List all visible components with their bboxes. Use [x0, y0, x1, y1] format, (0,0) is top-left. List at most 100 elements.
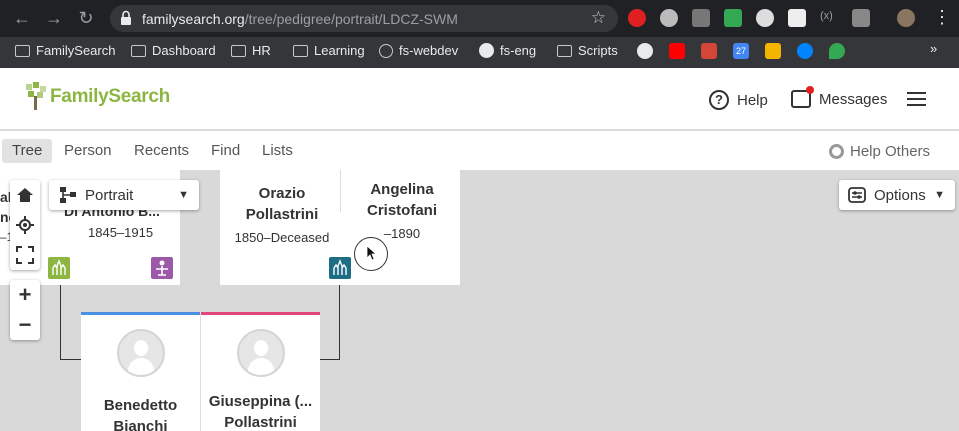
connector-line: [60, 359, 81, 360]
connector-line: [339, 285, 340, 360]
tree-nav: Tree Person Recents Find Lists Help Othe…: [0, 131, 959, 170]
person-name: Bianchi: [113, 418, 168, 431]
bookmarks-overflow[interactable]: »: [930, 41, 937, 56]
connector-line: [320, 359, 340, 360]
folder-icon: [231, 44, 246, 57]
bookmark-scripts[interactable]: Scripts: [557, 43, 618, 58]
extension-add-icon[interactable]: [724, 9, 742, 27]
home-icon[interactable]: [10, 180, 40, 210]
extension-record-icon[interactable]: [660, 9, 678, 27]
person-name: Orazio: [258, 185, 306, 202]
help-button[interactable]: ? Help: [709, 90, 768, 110]
person-name: Pollastrini: [224, 414, 297, 431]
logo-text: FamilySearch: [50, 86, 170, 107]
bookmark-dashboard[interactable]: Dashboard: [131, 43, 216, 58]
settings-sliders-icon: [848, 187, 866, 203]
tree-logo-icon: [26, 82, 46, 110]
mouse-pointer-icon: [366, 245, 378, 261]
bookmark-fs-eng[interactable]: fs-eng: [479, 43, 536, 58]
extension-camera-icon[interactable]: [788, 9, 806, 27]
tab-lists[interactable]: Lists: [252, 139, 303, 163]
zoom-controls: + −: [10, 280, 40, 340]
github-icon: [479, 43, 494, 58]
options-dropdown[interactable]: Options ▼: [839, 180, 955, 210]
maps-bookmark-icon[interactable]: [829, 43, 845, 59]
browser-menu-icon[interactable]: ⋮: [933, 6, 951, 28]
person-name: Benedetto: [103, 397, 178, 414]
github-bookmark-icon[interactable]: [637, 43, 653, 59]
person-name: Angelina: [370, 181, 434, 198]
help-icon: ?: [709, 90, 729, 110]
folder-icon: [131, 44, 146, 57]
folder-icon: [293, 44, 308, 57]
bookmark-learning[interactable]: Learning: [293, 43, 365, 58]
profile-avatar[interactable]: [897, 9, 915, 27]
browser-toolbar: ← → ↻ familysearch.org/tree/pedigree/por…: [0, 0, 959, 37]
tab-tree[interactable]: Tree: [2, 139, 53, 163]
caret-down-icon: ▼: [934, 189, 945, 201]
chat-icon: [791, 86, 814, 108]
zoom-in-icon[interactable]: +: [10, 280, 40, 310]
tab-person[interactable]: Person: [54, 139, 122, 163]
person-card-giuseppina[interactable]: Giuseppina (... Pollastrini: [201, 315, 320, 431]
pedigree-canvas[interactable]: ale ne –1 Di Antonio B... 1845–1915 Oraz…: [0, 170, 959, 431]
extension-screen-icon[interactable]: [692, 9, 710, 27]
calendar-bookmark-icon[interactable]: 27: [733, 43, 749, 59]
person-card-orazio[interactable]: Orazio Pollastrini 1850–Deceased: [220, 183, 344, 245]
person-name: Giuseppina (...: [208, 393, 313, 410]
map-nav-controls: [10, 180, 40, 270]
messages-button[interactable]: Messages: [791, 86, 888, 108]
lifebuoy-icon: [829, 144, 844, 159]
help-others-link[interactable]: Help Others: [829, 143, 930, 160]
tab-find[interactable]: Find: [201, 139, 250, 163]
temple-icon[interactable]: [48, 257, 70, 279]
memories-icon[interactable]: [151, 257, 173, 279]
reload-icon[interactable]: ↻: [76, 8, 96, 28]
familysearch-logo[interactable]: FamilySearch: [24, 82, 170, 112]
temple-icon[interactable]: [329, 257, 351, 279]
url-text: familysearch.org/tree/pedigree/portrait/…: [142, 11, 458, 27]
person-card-benedetto[interactable]: Benedetto Bianchi: [81, 315, 200, 431]
forward-icon[interactable]: →: [44, 8, 64, 28]
messages-label: Messages: [819, 90, 888, 108]
person-dates: 1845–1915: [88, 225, 154, 240]
site-header: FamilySearch ? Help Messages: [0, 68, 959, 130]
locate-icon[interactable]: [10, 210, 40, 240]
view-type-dropdown[interactable]: Portrait ▼: [49, 180, 199, 210]
bookmark-familysearch[interactable]: FamilySearch: [15, 43, 115, 58]
keep-bookmark-icon[interactable]: [765, 43, 781, 59]
bookmark-star-icon[interactable]: ☆: [591, 8, 606, 28]
bookmark-hr[interactable]: HR: [231, 43, 271, 58]
view-type-label: Portrait: [85, 186, 134, 204]
lock-icon: [121, 10, 131, 25]
caret-down-icon: ▼: [178, 189, 189, 201]
address-bar[interactable]: familysearch.org/tree/pedigree/portrait/…: [110, 5, 618, 32]
bookmark-fs-webdev[interactable]: fs-webdev: [379, 43, 458, 58]
folder-icon: [557, 44, 572, 57]
extension-copy-icon[interactable]: [852, 9, 870, 27]
youtube-bookmark-icon[interactable]: [669, 43, 685, 59]
zoom-out-icon[interactable]: −: [10, 310, 40, 340]
person-name: Cristofani: [366, 202, 437, 219]
couple-card-orazio-angelina: Orazio Pollastrini 1850–Deceased Angelin…: [220, 170, 460, 285]
person-dates: 1850–Deceased: [234, 230, 330, 245]
male-avatar-icon: [116, 329, 165, 377]
extension-grid-icon[interactable]: [756, 9, 774, 27]
gmail-bookmark-icon[interactable]: [701, 43, 717, 59]
tab-recents[interactable]: Recents: [124, 139, 199, 163]
connector-line: [60, 285, 61, 360]
bookmarks-bar: FamilySearch Dashboard HR Learning fs-we…: [0, 37, 959, 68]
female-avatar-icon: [236, 329, 285, 377]
cursor-indicator: [354, 237, 388, 271]
person-card-angelina[interactable]: Angelina Cristofani –1890: [344, 179, 460, 241]
notification-dot: [806, 86, 814, 94]
back-icon[interactable]: ←: [12, 8, 32, 28]
hamburger-menu-icon[interactable]: [907, 92, 926, 110]
messenger-bookmark-icon[interactable]: [797, 43, 813, 59]
options-label: Options: [874, 186, 926, 204]
globe-icon: [379, 43, 393, 58]
fullscreen-icon[interactable]: [10, 240, 40, 270]
extension-stop-icon[interactable]: [628, 9, 646, 27]
person-name: Pollastrini: [245, 206, 319, 223]
extension-variables-icon[interactable]: (x): [820, 10, 833, 22]
